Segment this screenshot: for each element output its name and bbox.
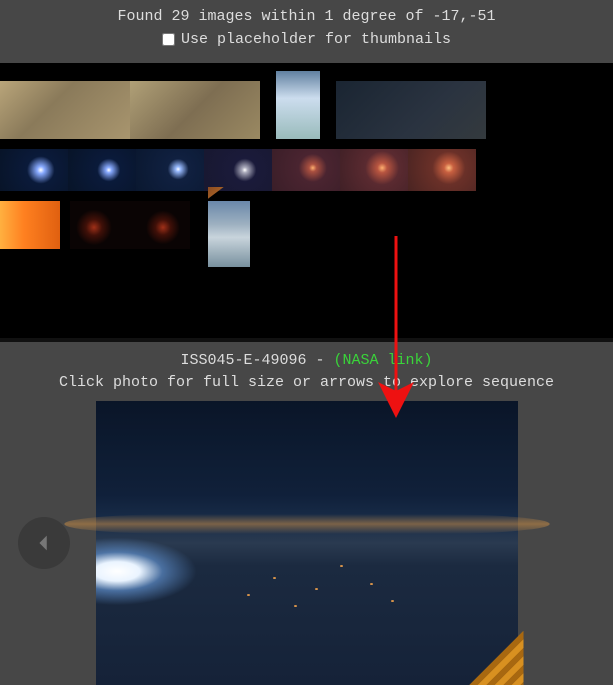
thumbnail[interactable] [0, 81, 130, 139]
placeholder-checkbox-label: Use placeholder for thumbnails [181, 29, 451, 52]
thumbnail[interactable] [276, 71, 320, 139]
main-photo[interactable] [96, 401, 518, 685]
thumbnail[interactable] [272, 149, 340, 191]
thumbnail[interactable] [0, 149, 68, 191]
thumbnail[interactable] [68, 149, 136, 191]
found-count-text: Found 29 images within 1 degree of -17,-… [0, 6, 613, 29]
thumbnail[interactable] [0, 201, 60, 249]
photo-viewer [0, 401, 613, 685]
thumbnail-gallery[interactable] [0, 63, 613, 338]
thumbnail[interactable] [204, 149, 272, 191]
thumbnail[interactable] [136, 149, 204, 191]
viewer-instruction: Click photo for full size or arrows to e… [0, 372, 613, 395]
viewer-header: ISS045-E-49096 - (NASA link) Click photo… [0, 342, 613, 401]
nasa-link[interactable]: (NASA link) [334, 352, 433, 369]
placeholder-toggle-row[interactable]: Use placeholder for thumbnails [162, 29, 451, 52]
chevron-left-icon [33, 532, 55, 554]
thumbnail[interactable] [70, 201, 130, 249]
photo-title-row: ISS045-E-49096 - (NASA link) [0, 350, 613, 373]
prev-photo-button[interactable] [18, 517, 70, 569]
results-header: Found 29 images within 1 degree of -17,-… [0, 0, 613, 63]
thumbnail[interactable] [130, 81, 260, 139]
thumbnail[interactable] [208, 201, 250, 267]
photo-id: ISS045-E-49096 [180, 352, 306, 369]
placeholder-checkbox[interactable] [162, 33, 175, 46]
thumbnail-row [0, 149, 613, 191]
thumbnail-row [0, 71, 613, 139]
thumbnail[interactable] [336, 81, 486, 139]
thumbnail[interactable] [130, 201, 190, 249]
thumbnail[interactable] [408, 149, 476, 191]
thumbnail-row [0, 201, 613, 267]
thumbnail[interactable] [340, 149, 408, 191]
